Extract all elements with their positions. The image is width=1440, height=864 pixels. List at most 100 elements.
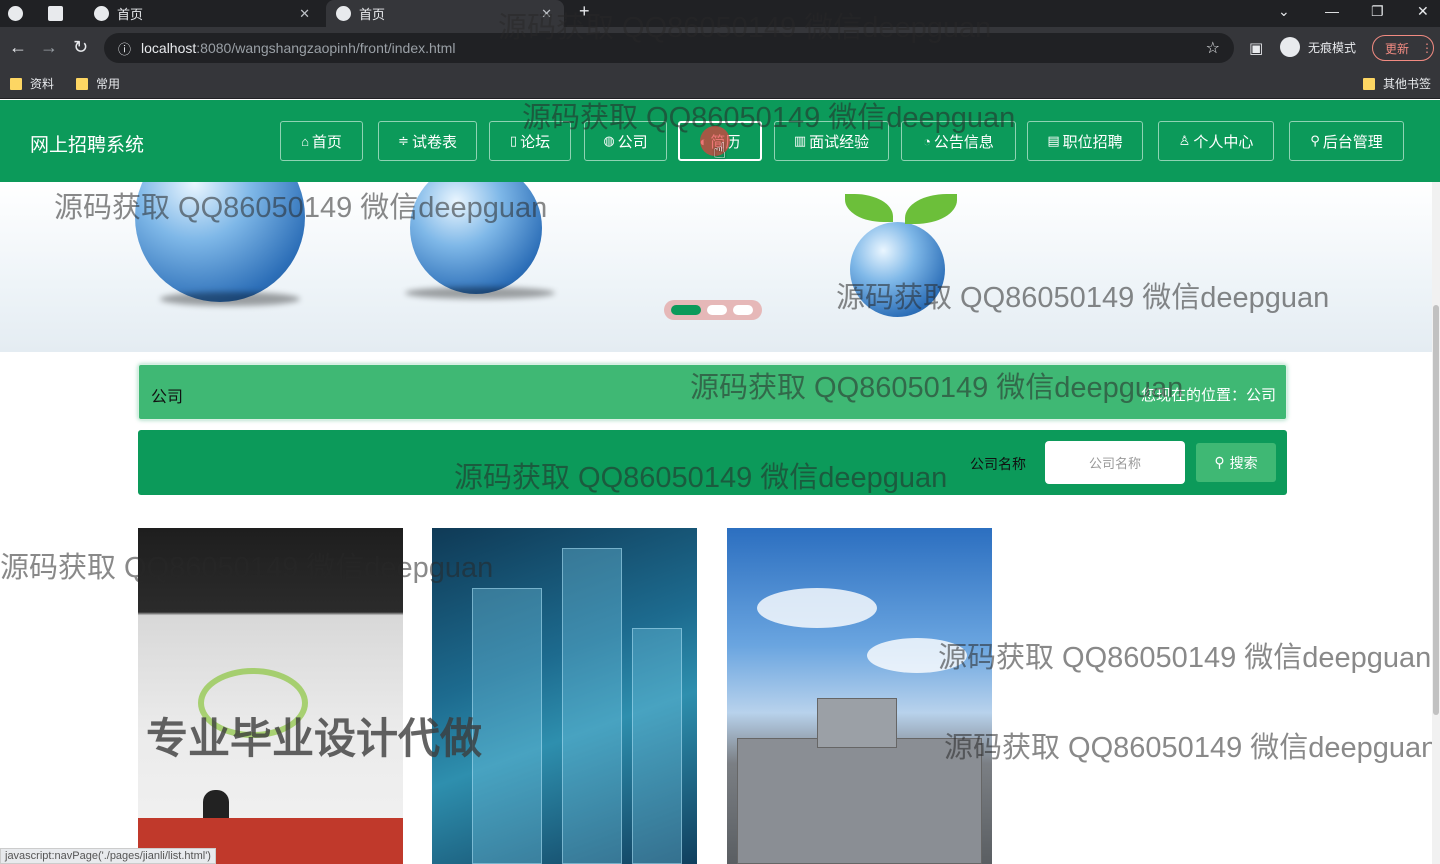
bookmark-folder-2[interactable]: 常用 [76,75,120,92]
user-icon: ♙ [1178,133,1191,148]
menu-icon: ⋮ [1421,41,1433,55]
company-card[interactable] [138,528,403,864]
scrollbar-thumb[interactable] [1433,305,1439,715]
new-tab-icon[interactable]: + [579,1,590,22]
company-card[interactable] [727,528,992,864]
back-icon[interactable]: ← [9,37,27,58]
bookmark-label: 资料 [30,77,55,91]
globe-icon: ◍ [603,133,615,148]
banner-carousel [0,182,1440,352]
other-bookmarks[interactable]: 其他书签 [1363,75,1431,92]
cloud-image [867,638,967,673]
page-title: 公司 [151,389,184,406]
interview-icon: ▥ [793,133,807,148]
update-label: 更新 [1385,41,1410,56]
close-icon[interactable]: ✕ [541,6,552,22]
nav-job-postings[interactable]: ▤ 职位招聘 [1027,121,1143,161]
forum-icon: ▯ [509,133,518,148]
nav-label: 论坛 [520,133,551,151]
status-bar-url: javascript:navPage('./pages/jianli/list.… [0,848,216,864]
banner-shadow [160,292,300,306]
search-label: 公司名称 [970,456,1026,472]
company-name-input[interactable]: 公司名称 [1045,441,1185,484]
globe-icon[interactable] [8,0,36,27]
link-icon: ⚲ [1310,133,1320,148]
forward-icon[interactable]: → [40,37,58,58]
nav-announcements[interactable]: ◔ 公告信息 [901,121,1016,161]
job-icon: ▤ [1047,133,1060,148]
url-host: localhost [141,40,197,56]
carousel-dot[interactable] [707,305,727,315]
building-image [472,588,542,864]
nav-label: 后台管理 [1322,133,1383,151]
site-title: 网上招聘系统 [30,135,145,156]
nav-company[interactable]: ◍ 公司 [584,121,667,161]
carousel-dot[interactable] [671,305,701,315]
globe-icon [336,6,351,21]
search-button[interactable]: ⚲ 搜索 [1196,443,1276,482]
incognito-icon [1280,37,1300,57]
restore-icon[interactable]: ❐ [1371,3,1384,20]
nav-exam-papers[interactable]: ≑ 试卷表 [378,121,477,161]
folder-icon [10,77,22,90]
nav-admin[interactable]: ⚲ 后台管理 [1289,121,1404,161]
home-icon: ⌂ [301,133,309,149]
nav-interview-experience[interactable]: ▥ 面试经验 [774,121,889,161]
tab-title: 首页 [117,7,144,22]
hand-cursor-icon: ☝ [713,138,727,163]
banner-leaf [845,194,893,222]
search-panel: 公司名称 公司名称 ⚲ 搜索 [138,430,1287,495]
chevron-down-icon[interactable]: ⌄ [1278,3,1290,20]
building-image [737,738,982,864]
watermark: 源码获取 QQ86050149 微信deepguan [944,732,1438,764]
company-card[interactable] [432,528,697,864]
url-path: :8080/wangshangzaopinh/front/index.html [196,40,456,56]
close-icon[interactable]: ✕ [299,6,310,22]
window-icon[interactable] [48,0,76,27]
browser-tab-strip: 首页 ✕ 首页 ✕ + ⌄ — ❐ ✕ [0,0,1440,27]
building-image [562,548,622,864]
banner-shadow [405,287,555,299]
building-image [632,628,682,864]
carousel-dot[interactable] [733,305,753,315]
bookmark-folder-1[interactable]: 资料 [10,75,54,92]
incognito-indicator[interactable]: 无痕模式 [1280,37,1356,57]
nav-label: 个人中心 [1193,133,1254,151]
folder-icon [76,77,88,90]
nav-forum[interactable]: ▯ 论坛 [489,121,571,161]
banner-globe [850,222,945,317]
folder-icon [1363,77,1375,90]
search-button-label: 搜索 [1229,454,1258,471]
nav-label: 公告信息 [933,133,994,151]
close-window-icon[interactable]: ✕ [1417,3,1429,20]
nav-label: 职位招聘 [1062,133,1123,151]
cloud-image [757,588,877,628]
list-icon: ≑ [398,133,409,148]
announcement-icon: ◔ [923,133,931,149]
banner-globe [410,182,542,294]
update-button[interactable]: 更新 ⋮ [1372,35,1434,61]
nav-label: 面试经验 [809,133,870,151]
watermark: 源码获取 QQ86050149 微信deepguan [938,642,1432,674]
carousel-indicators [664,300,762,320]
sidebar-icon[interactable]: ▣ [1249,39,1263,57]
nav-personal-center[interactable]: ♙ 个人中心 [1158,121,1274,161]
url-input[interactable]: ⓘ localhost:8080/wangshangzaopinh/front/… [104,33,1234,63]
bookmark-label: 其他书签 [1383,77,1432,91]
bookmarks-bar: 资料 常用 其他书签 [0,69,1440,99]
info-icon[interactable]: ⓘ [118,39,131,58]
nav-label: 首页 [311,133,342,151]
nav-home[interactable]: ⌂ 首页 [280,121,363,161]
breadcrumb: 公司 您现在的位置：公司 [138,364,1287,420]
overlay-text: 专业毕业设计代做 [146,715,483,762]
tab-title: 首页 [359,7,386,22]
reload-icon[interactable]: ↻ [73,37,88,58]
search-icon: ⚲ [1214,454,1225,470]
star-icon[interactable]: ☆ [1206,38,1220,58]
browser-tab-2[interactable]: 首页 ✕ [326,0,564,27]
address-bar-row: ← → ↻ ⓘ localhost:8080/wangshangzaopinh/… [0,27,1440,69]
building-image [817,698,897,748]
minimize-icon[interactable]: — [1325,3,1339,19]
browser-tab-1[interactable]: 首页 ✕ [86,0,322,27]
nav-label: 公司 [617,133,648,151]
